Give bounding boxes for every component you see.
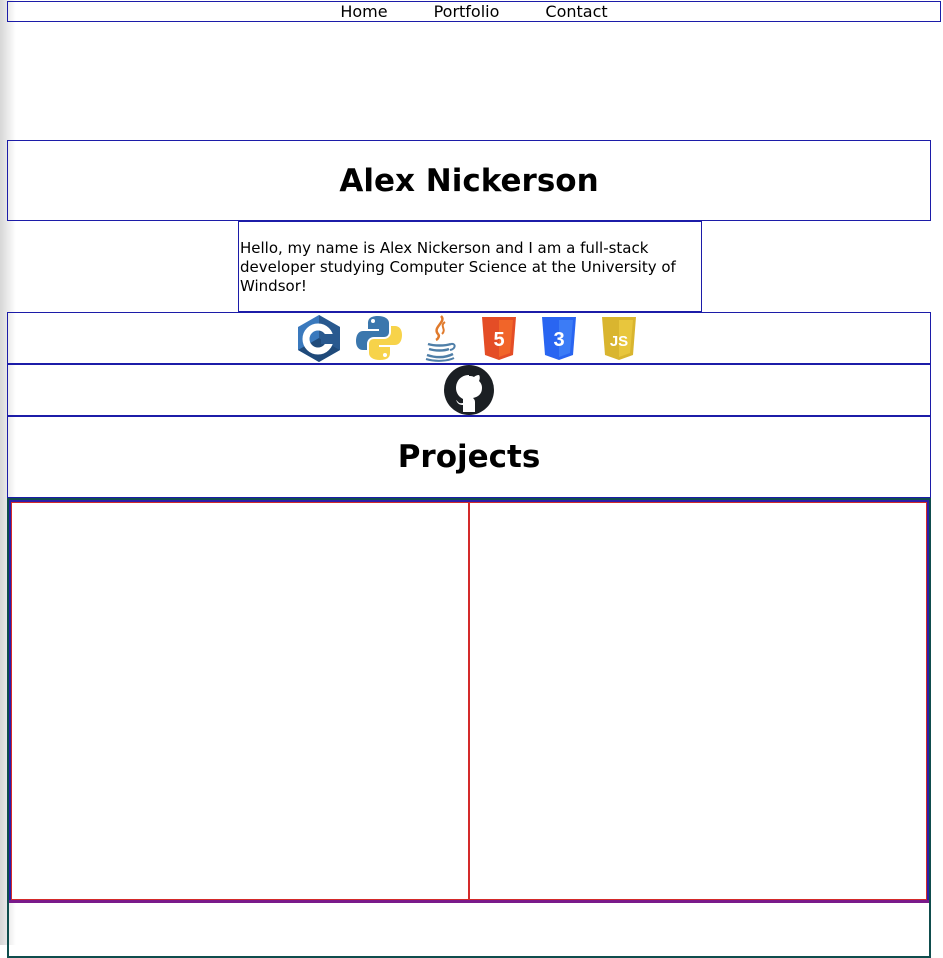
svg-text:5: 5	[493, 329, 504, 351]
project-card[interactable]	[469, 502, 927, 900]
svg-text:3: 3	[553, 329, 564, 351]
name-header: Alex Nickerson	[7, 140, 931, 221]
html5-icon: 5	[482, 317, 516, 360]
c-language-icon	[298, 315, 340, 362]
nav-contact-link[interactable]: Contact	[545, 1, 607, 22]
project-card[interactable]	[11, 502, 469, 900]
social-links-section	[7, 364, 931, 416]
projects-grid	[9, 500, 929, 902]
projects-divider	[9, 900, 929, 903]
intro-text: Hello, my name is Alex Nickerson and I a…	[240, 239, 676, 295]
intro-section: Hello, my name is Alex Nickerson and I a…	[238, 221, 702, 312]
svg-text:JS: JS	[610, 333, 628, 350]
java-icon	[425, 315, 456, 362]
css3-icon: 3	[542, 317, 576, 360]
github-link[interactable]	[444, 365, 494, 415]
skills-section: 5 3 JS	[7, 312, 931, 364]
nav-portfolio-link[interactable]: Portfolio	[434, 1, 500, 22]
python-icon	[356, 316, 402, 360]
top-navigation: Home Portfolio Contact	[7, 1, 941, 22]
nav-home-link[interactable]: Home	[340, 1, 387, 22]
projects-heading: Projects	[397, 439, 541, 475]
projects-header: Projects	[7, 416, 931, 498]
javascript-icon: JS	[602, 317, 636, 360]
github-icon	[444, 365, 494, 415]
page-title: Alex Nickerson	[339, 162, 599, 199]
